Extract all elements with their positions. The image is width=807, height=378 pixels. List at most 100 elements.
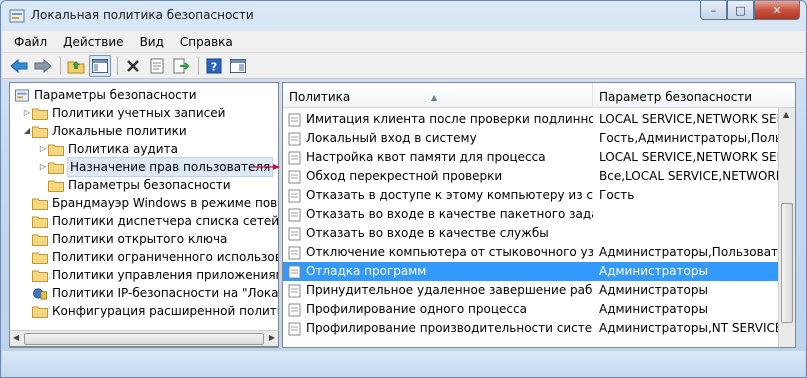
table-row[interactable]: Отказать во входе в качестве службы [283,224,779,243]
tree-item-advanced-audit[interactable]: Конфигурация расширенной политики [32,302,278,320]
console-view-button[interactable] [227,55,249,77]
folder-icon [48,180,64,192]
table-row[interactable]: Настройка квот памяти для процесса LOCAL… [283,148,779,167]
policy-name: Локальный вход в систему [306,131,477,145]
column-header-policy[interactable]: ▲ Политика [283,83,593,108]
policy-icon [288,151,301,164]
folder-icon [32,198,48,210]
show-hide-tree-button[interactable] [89,54,111,77]
menu-help[interactable]: Справка [180,35,233,49]
table-row-selected[interactable]: Отладка программ Администраторы [283,262,779,281]
table-row[interactable]: Локальный вход в систему Гость,Администр… [283,129,779,148]
toolbar-separator [198,56,199,75]
menu-action[interactable]: Действие [63,35,123,49]
policy-value: LOCAL SERVICE,NETWORK SERVICE [599,150,779,164]
scroll-left-icon[interactable]: ◀ [13,333,19,342]
ip-security-icon [33,287,47,300]
folder-icon [48,162,64,174]
policy-icon [288,322,301,335]
column-header-security-setting[interactable]: Параметр безопасности [593,83,795,108]
security-policy-app-icon [9,9,25,23]
tree-item-local-policies[interactable]: ◢ Локальные политики [22,122,187,140]
table-row[interactable]: Принудительное удаленное завершение рабо… [283,281,779,300]
back-button[interactable] [8,55,30,77]
properties-icon [150,58,164,73]
policy-value: Администраторы [599,264,708,278]
console-tree[interactable]: Параметры безопасности ▷ Политики учетны… [9,82,279,348]
policy-value: Все,LOCAL SERVICE,NETWORK SERVICE [599,169,779,183]
scroll-up-icon[interactable]: ▲ [783,110,789,119]
policy-name: Отключение компьютера от стыковочного уз… [306,245,593,259]
policy-icon [288,227,301,240]
policy-name: Отказать во входе в качестве пакетного з… [306,207,593,221]
folder-icon [32,270,48,282]
policy-list[interactable]: ▲ Политика Параметр безопасности Имитаци… [282,82,796,348]
policy-name: Профилирование производительности систем… [306,321,593,335]
tree-item-label: Локальные политики [52,124,187,138]
table-row[interactable]: Отказать во входе в качестве пакетного з… [283,205,779,224]
delete-button[interactable] [122,55,144,77]
tree-item-user-rights-assignment[interactable]: ▷ Назначение прав пользователя [38,157,274,177]
policy-name: Настройка квот памяти для процесса [306,150,546,164]
tree-item-windows-firewall[interactable]: Брандмауэр Windows в режиме повышенной [32,194,278,212]
policy-value: Администраторы,Пользователи [599,245,779,259]
folder-icon [32,252,48,264]
folder-icon [48,144,64,156]
toolbar-separator [60,56,61,75]
tree-item-label: Политики IP-безопасности на "Локальный [52,286,279,300]
menu-file[interactable]: Файл [14,35,47,49]
up-folder-icon [67,60,85,73]
help-button[interactable]: ? [203,55,225,77]
tree-item-label: Политики учетных записей [52,106,226,120]
tree-item-security-settings[interactable]: Параметры безопасности [14,86,197,104]
policy-name: Принудительное удаленное завершение рабо… [306,283,593,297]
list-vertical-scrollbar[interactable]: ▲ [778,108,795,347]
properties-button[interactable] [146,55,168,77]
back-icon [10,58,28,73]
minimize-button[interactable]: – [700,1,727,20]
table-row[interactable]: Отключение компьютера от стыковочного уз… [283,243,779,262]
collapse-arrow-icon[interactable]: ◢ [22,122,32,140]
policy-name: Отладка программ [306,264,427,278]
tree-item-public-key-policies[interactable]: Политики открытого ключа [32,230,227,248]
up-folder-button[interactable] [65,55,87,77]
table-row[interactable]: Имитация клиента после проверки подлинно… [283,110,779,129]
main-window: Локальная политика безопасности – □ ✕ Фа… [0,0,807,378]
table-row[interactable]: Обход перекрестной проверки Все,LOCAL SE… [283,167,779,186]
forward-button[interactable] [32,55,54,77]
maximize-icon: □ [735,3,746,17]
tree-item-network-list-manager[interactable]: Политики диспетчера списка сетей [32,212,278,230]
export-button[interactable] [170,55,192,77]
console-view-icon [230,58,246,73]
policy-icon [288,113,301,126]
scroll-right-icon[interactable]: ▶ [269,333,275,342]
table-row[interactable]: Профилирование производительности систем… [283,319,779,338]
policy-name: Отказать в доступе к этому компьютеру из… [306,188,593,202]
policy-value: Администраторы,NT SERVICE\WdiServiceHost [599,321,779,335]
policy-value: LOCAL SERVICE,NETWORK SERVICE [599,112,779,126]
tree-horizontal-scrollbar[interactable]: ◀ ▶ [9,330,279,347]
policy-value: Гость [599,188,635,202]
minimize-icon: – [710,3,717,17]
scrollbar-thumb[interactable] [24,333,264,345]
maximize-button[interactable]: □ [727,1,754,20]
expand-arrow-icon[interactable]: ▷ [38,140,48,158]
scrollbar-thumb[interactable] [781,203,793,323]
table-row[interactable]: Отказать в доступе к этому компьютеру из… [283,186,779,205]
tree-item-software-restriction[interactable]: Политики ограниченного использования [32,248,278,266]
tree-item-application-control[interactable]: Политики управления приложениями [32,266,278,284]
close-button[interactable]: ✕ [754,1,800,20]
policy-name: Обход перекрестной проверки [306,169,503,183]
tree-item-account-policies[interactable]: ▷ Политики учетных записей [22,104,226,122]
title-bar[interactable]: Локальная политика безопасности – □ ✕ [1,1,806,31]
policy-value: Администраторы [599,302,708,316]
table-row[interactable]: Профилирование одного процесса Администр… [283,300,779,319]
policy-icon [288,132,301,145]
expand-arrow-icon[interactable]: ▷ [38,158,48,176]
tree-item-ip-security[interactable]: Политики IP-безопасности на "Локальный [32,284,279,302]
expand-arrow-icon[interactable]: ▷ [22,104,32,122]
menu-view[interactable]: Вид [140,35,164,49]
tree-item-audit-policy[interactable]: ▷ Политика аудита [38,140,178,158]
tree-item-security-options[interactable]: Параметры безопасности [48,176,231,194]
column-header-label: Политика [289,90,351,104]
